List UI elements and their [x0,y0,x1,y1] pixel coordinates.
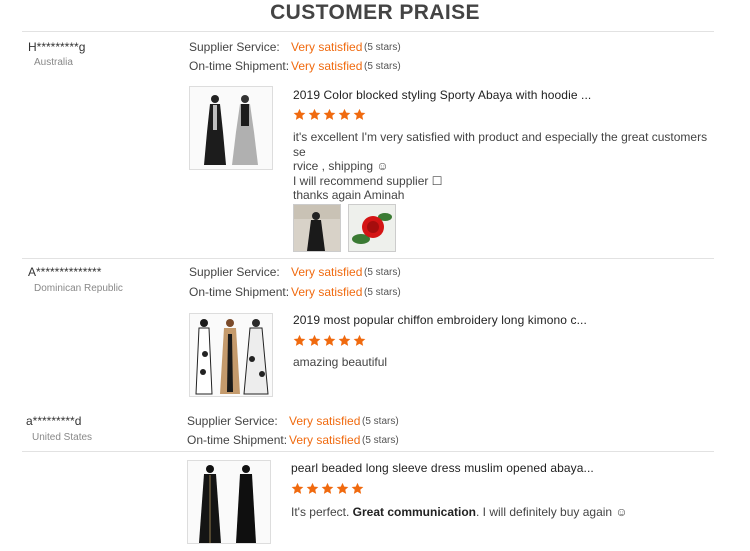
star-icon [336,482,349,494]
supplier-service-stars: (5 stars) [364,42,401,53]
review-photo-abaya[interactable] [293,204,341,252]
comment-bold-text: Great communication [352,505,477,519]
supplier-service-label: Supplier Service: [189,40,280,54]
product-title-link[interactable]: 2019 Color blocked styling Sporty Abaya … [293,88,591,102]
supplier-service-label: Supplier Service: [187,414,278,428]
supplier-service-value: Very satisfied [291,265,363,279]
shipment-value: Very satisfied [291,59,363,73]
review-comment: it's excellent I'm very satisfied with p… [293,130,713,203]
reviewer-country: Australia [34,57,73,68]
star-icon [353,334,366,346]
comment-line: it's excellent I'm very satisfied with p… [293,130,708,159]
review-photo-rose[interactable] [348,204,396,252]
rating-stars [293,108,366,124]
rating-stars [293,334,366,350]
divider [22,31,714,32]
star-icon [308,108,321,120]
product-thumbnail[interactable] [187,460,271,544]
star-icon [338,108,351,120]
comment-line: thanks again Aminah [293,188,405,202]
star-icon [351,482,364,494]
star-icon [293,108,306,120]
supplier-service-stars: (5 stars) [364,267,401,278]
shipment-label: On-time Shipment: [189,285,290,299]
shipment-label: On-time Shipment: [189,59,290,73]
product-title-link[interactable]: 2019 most popular chiffon embroidery lon… [293,313,587,327]
supplier-service-label: Supplier Service: [189,265,280,279]
comment-text: It's perfect. [291,505,353,519]
comment-line: amazing beautiful [293,355,388,369]
product-thumbnail[interactable] [189,313,273,397]
shipment-stars: (5 stars) [364,287,401,298]
supplier-service-stars: (5 stars) [362,416,399,427]
reviewer-name: a*********d [26,414,82,428]
reviewer-country: United States [32,432,93,443]
review-comment: It's perfect. Great communication. I wil… [291,505,711,520]
supplier-service-value: Very satisfied [289,414,361,428]
supplier-service-value: Very satisfied [291,40,363,54]
shipment-stars: (5 stars) [364,61,401,72]
star-icon [323,108,336,120]
star-icon [321,482,334,494]
shipment-stars: (5 stars) [362,435,399,446]
rating-stars [291,482,364,498]
comment-text: . I will definitely buy again ☺ [476,505,628,519]
star-icon [308,334,321,346]
divider [22,258,714,259]
comment-line: rvice , shipping ☺ [293,159,389,173]
comment-line: I will recommend supplier ☐ [293,173,443,188]
star-icon [323,334,336,346]
reviewer-name: A************** [28,265,102,279]
star-icon [293,334,306,346]
star-icon [291,482,304,494]
product-title-link[interactable]: pearl beaded long sleeve dress muslim op… [291,461,594,475]
star-icon [306,482,319,494]
star-icon [353,108,366,120]
reviewer-country: Dominican Republic [34,283,123,294]
review-comment: amazing beautiful [293,355,713,370]
product-thumbnail[interactable] [189,86,273,170]
reviewer-name: H*********g [28,40,86,54]
divider [22,451,714,452]
star-icon [338,334,351,346]
shipment-label: On-time Shipment: [187,433,288,447]
page-title: CUSTOMER PRAISE [270,1,480,24]
shipment-value: Very satisfied [291,285,363,299]
shipment-value: Very satisfied [289,433,361,447]
